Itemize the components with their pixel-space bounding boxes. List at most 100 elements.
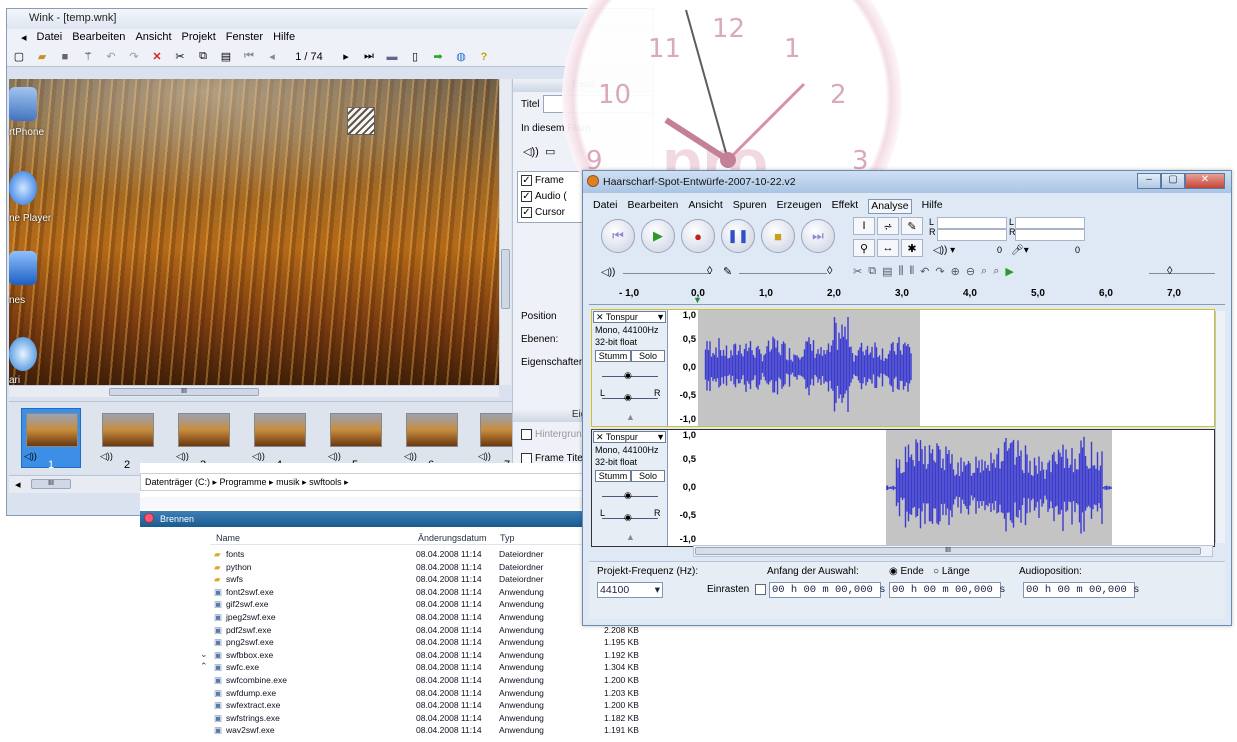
- play-at-speed-icon[interactable]: ▶: [1005, 265, 1013, 278]
- pan-thumb[interactable]: ◉: [624, 512, 632, 523]
- wink-menu-ansicht[interactable]: Ansicht: [135, 31, 171, 47]
- cursor-checkbox[interactable]: ✓ Cursor: [521, 207, 565, 218]
- audio-track-2[interactable]: ✕ Tonspur ▼ Mono, 44100Hz 32-bit float S…: [591, 429, 1215, 547]
- snap-checkbox[interactable]: [755, 584, 766, 595]
- aud-menu-analyse[interactable]: Analyse: [868, 199, 912, 214]
- collapse-arrow-icon[interactable]: ▲: [626, 412, 635, 422]
- checkbox[interactable]: [521, 429, 532, 440]
- silence-icon[interactable]: ⫴: [910, 265, 915, 278]
- frame-thumb-1[interactable]: ◁)) 1: [21, 408, 81, 471]
- copy-icon[interactable]: ⧉: [195, 50, 211, 64]
- burn-bar[interactable]: Brennen: [140, 511, 642, 527]
- trim-icon[interactable]: ⫼: [898, 265, 903, 278]
- track-name-dropdown[interactable]: ✕ Tonspur ▼: [593, 431, 666, 443]
- globe-icon[interactable]: ◍: [453, 50, 469, 64]
- input-volume-slider[interactable]: [739, 273, 827, 274]
- frame-thumb-7[interactable]: ◁))7: [475, 408, 515, 468]
- preview-horizontal-scrollbar[interactable]: III: [9, 385, 499, 397]
- collapse-arrow-icon[interactable]: ▲: [626, 532, 635, 542]
- hscroll-thumb[interactable]: III: [109, 388, 259, 396]
- fit-selection-icon[interactable]: ⌕: [981, 265, 987, 278]
- paste-icon[interactable]: ▤: [218, 50, 234, 64]
- cut-icon[interactable]: ✂: [172, 50, 188, 64]
- pause-button[interactable]: ❚❚: [721, 219, 755, 253]
- pan-thumb[interactable]: ◉: [624, 392, 632, 403]
- hintergrund-checkbox[interactable]: Hintergrund: [521, 429, 587, 440]
- aud-menu-effekt[interactable]: Effekt: [832, 199, 859, 214]
- track-name-dropdown[interactable]: ✕ Tonspur ▼: [593, 311, 666, 323]
- first-frame-icon[interactable]: ⏮: [241, 50, 257, 64]
- chevron-up-icon[interactable]: ⌃: [200, 661, 208, 672]
- zoom-tool-icon[interactable]: ⚲: [853, 239, 875, 257]
- frame-thumb-3[interactable]: ◁))3: [173, 408, 233, 471]
- wink-app-icon[interactable]: ◂: [21, 31, 27, 47]
- maximize-button[interactable]: ▢: [1161, 173, 1185, 189]
- audio-checkbox[interactable]: ✓ Audio (: [521, 191, 567, 202]
- zoom-out-icon[interactable]: ⊖: [966, 265, 975, 278]
- filmstrip-scroll-thumb[interactable]: III: [31, 479, 71, 489]
- frame-thumb-5[interactable]: ◁))5: [325, 408, 385, 471]
- laenge-radio[interactable]: ○ Länge: [933, 566, 970, 577]
- wizard-icon[interactable]: ⚚: [80, 50, 96, 64]
- prev-frame-icon[interactable]: ◂: [264, 50, 280, 64]
- frame-thumb-2[interactable]: ◁)) 2: [97, 408, 157, 471]
- checkbox[interactable]: ✓: [521, 175, 532, 186]
- frame-view-icon[interactable]: ▬: [384, 50, 400, 64]
- tracks-vertical-scrollbar[interactable]: [1215, 311, 1225, 543]
- minimize-button[interactable]: –: [1137, 173, 1161, 189]
- speaker-meter-icon[interactable]: ◁)) ▾: [933, 245, 955, 256]
- cut-icon[interactable]: ✂: [853, 265, 862, 278]
- frame-checkbox[interactable]: ✓ Frame: [521, 175, 564, 186]
- wink-menu-bearbeiten[interactable]: Bearbeiten: [72, 31, 125, 47]
- address-bar[interactable]: Datenträger (C:) ▸ Programme ▸ musik ▸ s…: [140, 473, 642, 491]
- undo-icon[interactable]: ↶: [103, 50, 119, 64]
- gain-thumb[interactable]: ◉: [624, 490, 632, 501]
- open-folder-icon[interactable]: ▰: [34, 50, 50, 64]
- checkbox[interactable]: ✓: [521, 207, 532, 218]
- ende-radio[interactable]: ◉ Ende: [889, 566, 924, 577]
- selection-tool-icon[interactable]: I: [853, 217, 875, 235]
- audio-track-1[interactable]: ✕ Tonspur ▼ Mono, 44100Hz 32-bit float S…: [591, 309, 1215, 427]
- wink-menu-projekt[interactable]: Projekt: [182, 31, 216, 47]
- close-button[interactable]: ✕: [1185, 173, 1225, 189]
- selection-end-time[interactable]: 00 h 00 m 00,000 s: [889, 582, 1005, 598]
- hscroll-thumb[interactable]: III: [695, 547, 1201, 555]
- mute-button[interactable]: Stumm: [595, 350, 631, 362]
- paste-icon[interactable]: ▤: [882, 265, 892, 278]
- playhead-icon[interactable]: ▼: [693, 295, 702, 305]
- wink-menu-hilfe[interactable]: Hilfe: [273, 31, 295, 47]
- output-volume-slider[interactable]: [623, 273, 711, 274]
- audio-position-time[interactable]: 00 h 00 m 00,000 s: [1023, 582, 1139, 598]
- stop-button[interactable]: ■: [761, 219, 795, 253]
- solo-button[interactable]: Solo: [631, 470, 665, 482]
- col-type[interactable]: Typ: [500, 533, 515, 543]
- wink-menu-fenster[interactable]: Fenster: [226, 31, 263, 47]
- frame-thumb-6[interactable]: ◁))6: [401, 408, 461, 471]
- selection-start-time[interactable]: 00 h 00 m 00,000 s: [769, 582, 885, 598]
- tracks-horizontal-scrollbar[interactable]: III: [693, 545, 1213, 557]
- aud-menu-spuren[interactable]: Spuren: [733, 199, 767, 214]
- input-volume-thumb[interactable]: ◊: [827, 265, 832, 277]
- gain-thumb[interactable]: ◉: [624, 370, 632, 381]
- vscroll-thumb[interactable]: [501, 249, 510, 309]
- delete-icon[interactable]: ✕: [149, 50, 165, 64]
- output-volume-thumb[interactable]: ◊: [707, 265, 712, 277]
- cursor-overlay-icon[interactable]: [347, 107, 375, 135]
- aud-menu-bearbeiten[interactable]: Bearbeiten: [628, 199, 679, 214]
- mute-button[interactable]: Stumm: [595, 470, 631, 482]
- play-button[interactable]: ▶: [641, 219, 675, 253]
- redo-icon[interactable]: ↷: [935, 265, 944, 278]
- scroll-left-icon[interactable]: ◂: [15, 478, 21, 491]
- undo-icon[interactable]: ↶: [920, 265, 929, 278]
- record-button[interactable]: ●: [681, 219, 715, 253]
- export-arrow-icon[interactable]: ➡: [430, 50, 446, 64]
- fit-project-icon[interactable]: ⌕: [993, 265, 999, 278]
- checkbox[interactable]: ✓: [521, 191, 532, 202]
- frame-thumb-4[interactable]: ◁))4: [249, 408, 309, 471]
- col-date[interactable]: Änderungsdatum: [418, 533, 487, 543]
- col-name[interactable]: Name: [216, 533, 240, 543]
- help-icon[interactable]: ?: [476, 50, 492, 64]
- timeshift-tool-icon[interactable]: ↔: [877, 239, 899, 257]
- wink-menu-datei[interactable]: Datei: [37, 31, 63, 47]
- envelope-tool-icon[interactable]: ⩫: [877, 217, 899, 235]
